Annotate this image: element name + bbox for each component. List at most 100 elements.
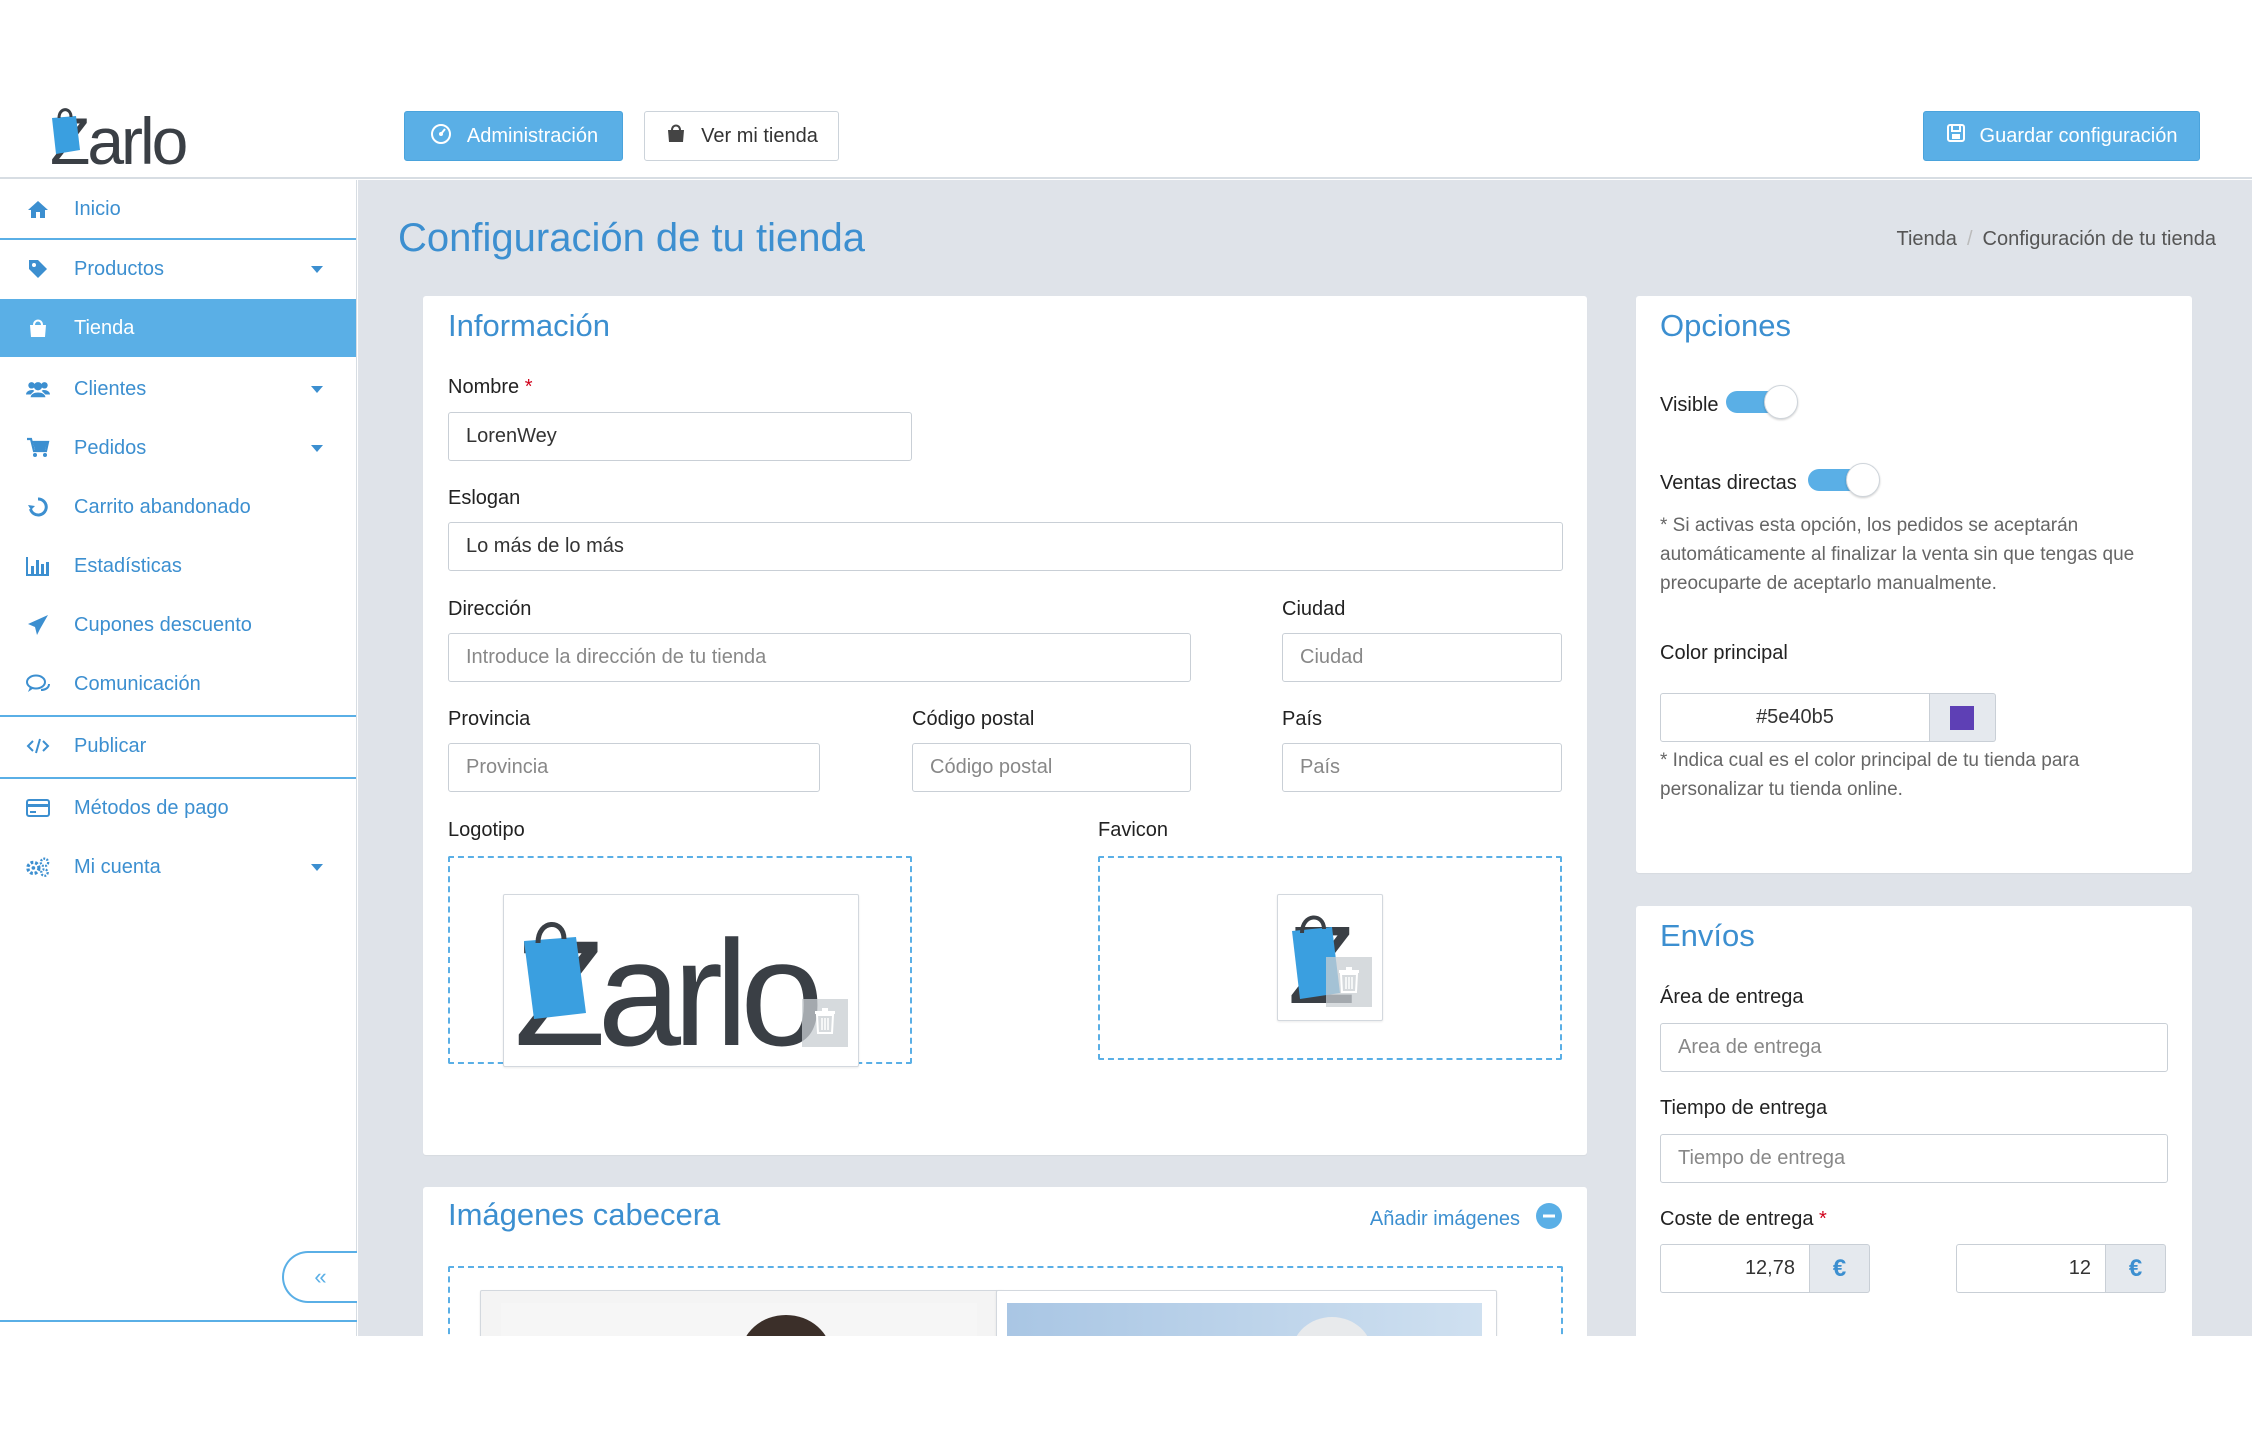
sidebar-item-publicar[interactable]: Publicar xyxy=(0,717,356,775)
sidebar-item-clientes[interactable]: Clientes xyxy=(0,360,356,418)
delivery-cost-input-1[interactable] xyxy=(1660,1244,1810,1293)
header-images-card: Imágenes cabecera Añadir imágenes xyxy=(423,1187,1587,1336)
delivery-cost-label-text: Coste de entrega xyxy=(1660,1208,1814,1230)
delivery-time-input[interactable] xyxy=(1660,1134,2168,1183)
sidebar-item-comunicacion[interactable]: Comunicación xyxy=(0,655,356,713)
collapse-sidebar-button[interactable]: « xyxy=(282,1251,357,1303)
zip-label: Código postal xyxy=(912,708,1035,730)
visible-toggle[interactable] xyxy=(1726,384,1798,419)
direct-sales-toggle[interactable] xyxy=(1808,462,1880,497)
double-chevron-left-icon: « xyxy=(314,1264,327,1289)
shipping-title: Envíos xyxy=(1660,918,1755,953)
gears-icon xyxy=(26,855,50,879)
toggle-knob xyxy=(1846,463,1880,497)
trash-icon xyxy=(814,1007,836,1039)
logo-dropzone[interactable]: Zarlo xyxy=(448,856,912,1067)
delivery-area-label: Área de entrega xyxy=(1660,986,1804,1008)
administration-button[interactable]: Administración xyxy=(404,111,623,161)
sidebar-item-label: Productos xyxy=(74,257,165,280)
city-label: Ciudad xyxy=(1282,598,1346,620)
minus-circle-icon xyxy=(1536,1203,1562,1235)
delivery-area-input[interactable] xyxy=(1660,1023,2168,1072)
chat-icon xyxy=(26,672,50,696)
slogan-input[interactable] xyxy=(448,522,1563,571)
code-icon xyxy=(26,734,50,758)
slogan-label: Eslogan xyxy=(448,487,521,509)
logo-label: Logotipo xyxy=(448,819,525,841)
sidebar-item-label: Inicio xyxy=(74,197,121,220)
required-mark: * xyxy=(524,376,533,398)
sidebar-item-estadisticas[interactable]: Estadísticas xyxy=(0,537,356,595)
sidebar-item-mi-cuenta[interactable]: Mi cuenta xyxy=(0,838,356,896)
breadcrumb-item-tienda[interactable]: Tienda xyxy=(1897,228,1957,251)
header-image-2 xyxy=(996,1290,1497,1336)
province-label: Provincia xyxy=(448,708,531,730)
users-icon xyxy=(26,377,50,401)
app: Zarlo Administración Ver mi tienda Guard… xyxy=(0,0,2252,1434)
logo-preview: Zarlo xyxy=(503,894,859,1067)
sidebar-item-label: Mi cuenta xyxy=(74,855,161,878)
administration-label: Administración xyxy=(466,124,599,147)
main-color-label: Color principal xyxy=(1660,642,1788,664)
trash-icon xyxy=(1338,966,1360,998)
favicon-dropzone[interactable]: Z xyxy=(1098,856,1562,1060)
recycle-icon xyxy=(26,495,50,519)
information-title: Información xyxy=(448,308,610,343)
delivery-cost-input-2[interactable] xyxy=(1956,1244,2106,1293)
province-input[interactable] xyxy=(448,743,820,792)
sidebar-item-label: Tienda xyxy=(74,316,135,339)
name-label: Nombre * xyxy=(448,376,533,399)
euro-addon: € xyxy=(2106,1244,2166,1293)
add-images-button[interactable]: Añadir imágenes xyxy=(1370,1203,1562,1235)
required-mark: * xyxy=(1819,1208,1827,1230)
header-image-1 xyxy=(480,1290,1004,1336)
address-label: Dirección xyxy=(448,598,532,620)
visible-label: Visible xyxy=(1660,394,1719,416)
delete-logo-button[interactable] xyxy=(802,999,848,1047)
delivery-cost-label: Coste de entrega * xyxy=(1660,1208,1827,1231)
view-store-button[interactable]: Ver mi tienda xyxy=(644,111,839,161)
shopping-bag-icon xyxy=(665,122,687,150)
dashboard-icon xyxy=(429,121,453,151)
save-config-button[interactable]: Guardar configuración xyxy=(1923,111,2200,161)
delete-favicon-button[interactable] xyxy=(1326,957,1372,1007)
sidebar-item-carrito-abandonado[interactable]: Carrito abandonado xyxy=(0,478,356,536)
save-config-label: Guardar configuración xyxy=(1979,124,2178,147)
chevron-down-icon xyxy=(311,266,323,273)
header-images-dropzone[interactable] xyxy=(448,1266,1563,1336)
main-color-input[interactable]: #5e40b5 xyxy=(1660,693,1930,742)
sidebar-item-label: Clientes xyxy=(74,377,147,400)
country-input[interactable] xyxy=(1282,743,1562,792)
chevron-down-icon xyxy=(311,445,323,452)
name-input[interactable] xyxy=(448,412,912,461)
euro-addon: € xyxy=(1810,1244,1870,1293)
city-input[interactable] xyxy=(1282,633,1562,682)
chevron-down-icon xyxy=(311,864,323,871)
sidebar-item-label: Comunicación xyxy=(74,672,201,695)
credit-card-icon xyxy=(26,796,50,820)
breadcrumb: Tienda / Configuración de tu tienda xyxy=(1897,228,2216,251)
sidebar-item-label: Métodos de pago xyxy=(74,796,229,819)
divider xyxy=(0,1320,357,1322)
header-images-title: Imágenes cabecera xyxy=(448,1197,721,1232)
sidebar-item-tienda[interactable]: Tienda xyxy=(0,299,356,357)
sidebar-item-label: Estadísticas xyxy=(74,554,182,577)
address-input[interactable] xyxy=(448,633,1191,682)
sidebar-item-metodos-de-pago[interactable]: Métodos de pago xyxy=(0,779,356,837)
sidebar-item-inicio[interactable]: Inicio xyxy=(0,180,356,238)
direct-sales-note: * Si activas esta opción, los pedidos se… xyxy=(1660,515,2135,594)
sidebar-item-label: Carrito abandonado xyxy=(74,495,251,518)
information-card: Información Nombre * Eslogan Dirección C… xyxy=(423,296,1587,1155)
options-card: Opciones Visible Ventas directas * Si ac… xyxy=(1636,296,2192,873)
sidebar-item-productos[interactable]: Productos xyxy=(0,240,356,298)
zip-input[interactable] xyxy=(912,743,1191,792)
main-color-note: * Indica cual es el color principal de t… xyxy=(1660,750,2080,800)
main-color-value: #5e40b5 xyxy=(1756,706,1834,728)
sidebar-item-cupones-descuento[interactable]: Cupones descuento xyxy=(0,596,356,654)
zarlo-logo[interactable]: Zarlo xyxy=(44,102,204,178)
cart-icon xyxy=(26,436,50,460)
sidebar-item-pedidos[interactable]: Pedidos xyxy=(0,419,356,477)
color-picker-button[interactable] xyxy=(1930,693,1996,742)
main-content: Configuración de tu tienda Tienda / Conf… xyxy=(358,180,2252,1336)
breadcrumb-separator: / xyxy=(1966,228,1973,250)
